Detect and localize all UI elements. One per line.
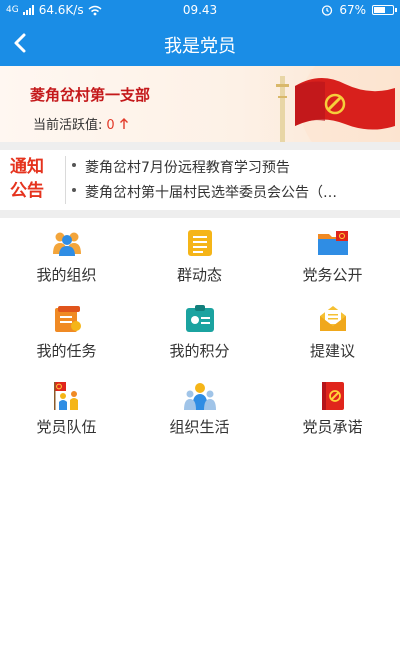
party-members-icon [53, 382, 78, 410]
suggestion-envelope-icon [319, 306, 346, 331]
alarm-icon [322, 5, 333, 16]
organization-icon [52, 232, 81, 256]
menu-item-group-news[interactable]: 群动态 [133, 218, 266, 294]
party-affairs-folder-icon [317, 231, 348, 255]
menu-item-party-promise[interactable]: 党员承诺 [266, 370, 399, 446]
points-card-icon [185, 305, 214, 332]
notice-tag: 通知 公告 [10, 155, 62, 207]
menu-item-organization-life[interactable]: 组织生活 [133, 370, 266, 446]
notice-section: 通知 公告 菱角岔村7月份远程教育学习预告 菱角岔村第十届村民选举委员会公告（… [0, 150, 400, 210]
branch-banner[interactable]: 菱角岔村第一支部 当前活跃值: 0 [0, 66, 400, 142]
activity-value-row: 当前活跃值: 0 [33, 114, 129, 133]
bullet-icon [72, 188, 76, 192]
organization-life-icon [183, 383, 216, 410]
top-nav-bar: 我是党员 [0, 20, 400, 66]
party-promise-book-icon [321, 382, 344, 410]
group-news-icon [187, 230, 212, 256]
menu-item-label: 党员队伍 [36, 418, 97, 436]
notice-item[interactable]: 菱角岔村7月份远程教育学习预告 [72, 157, 290, 177]
notice-item[interactable]: 菱角岔村第十届村民选举委员会公告（… [72, 182, 337, 202]
notice-tag-line2: 公告 [10, 181, 44, 201]
notice-divider [65, 156, 66, 204]
menu-item-label: 我的积分 [169, 342, 230, 360]
status-bar: 4G 64.6K/s 09.43 67% [0, 0, 400, 20]
menu-item-my-points[interactable]: 我的积分 [133, 294, 266, 370]
menu-item-my-tasks[interactable]: 我的任务 [0, 294, 133, 370]
section-divider [0, 142, 400, 150]
notice-item-text: 菱角岔村第十届村民选举委员会公告（… [85, 185, 337, 201]
battery-icon [372, 5, 397, 15]
menu-item-party-affairs[interactable]: 党务公开 [266, 218, 399, 294]
menu-item-party-members[interactable]: 党员队伍 [0, 370, 133, 446]
section-divider [0, 210, 400, 218]
menu-item-label: 我的组织 [36, 266, 97, 284]
battery-percent: 67% [339, 3, 366, 17]
arrow-up-icon [119, 118, 128, 129]
task-icon [54, 306, 81, 332]
party-flag-icon [276, 66, 400, 142]
page-title: 我是党员 [164, 36, 236, 57]
notice-tag-line1: 通知 [10, 157, 44, 177]
menu-item-label: 提建议 [309, 342, 355, 360]
menu-item-suggestion[interactable]: 提建议 [266, 294, 399, 370]
menu-item-label: 组织生活 [169, 418, 230, 436]
activity-value: 0 [106, 118, 115, 133]
menu-item-label: 党务公开 [302, 266, 363, 284]
menu-item-label: 我的任务 [36, 342, 97, 360]
bullet-icon [72, 163, 76, 167]
activity-label: 当前活跃值: [33, 118, 103, 133]
notice-item-text: 菱角岔村7月份远程教育学习预告 [85, 160, 290, 176]
menu-item-label: 群动态 [176, 266, 222, 284]
branch-name: 菱角岔村第一支部 [30, 86, 151, 104]
menu-item-label: 党员承诺 [302, 418, 363, 436]
menu-item-my-organization[interactable]: 我的组织 [0, 218, 133, 294]
